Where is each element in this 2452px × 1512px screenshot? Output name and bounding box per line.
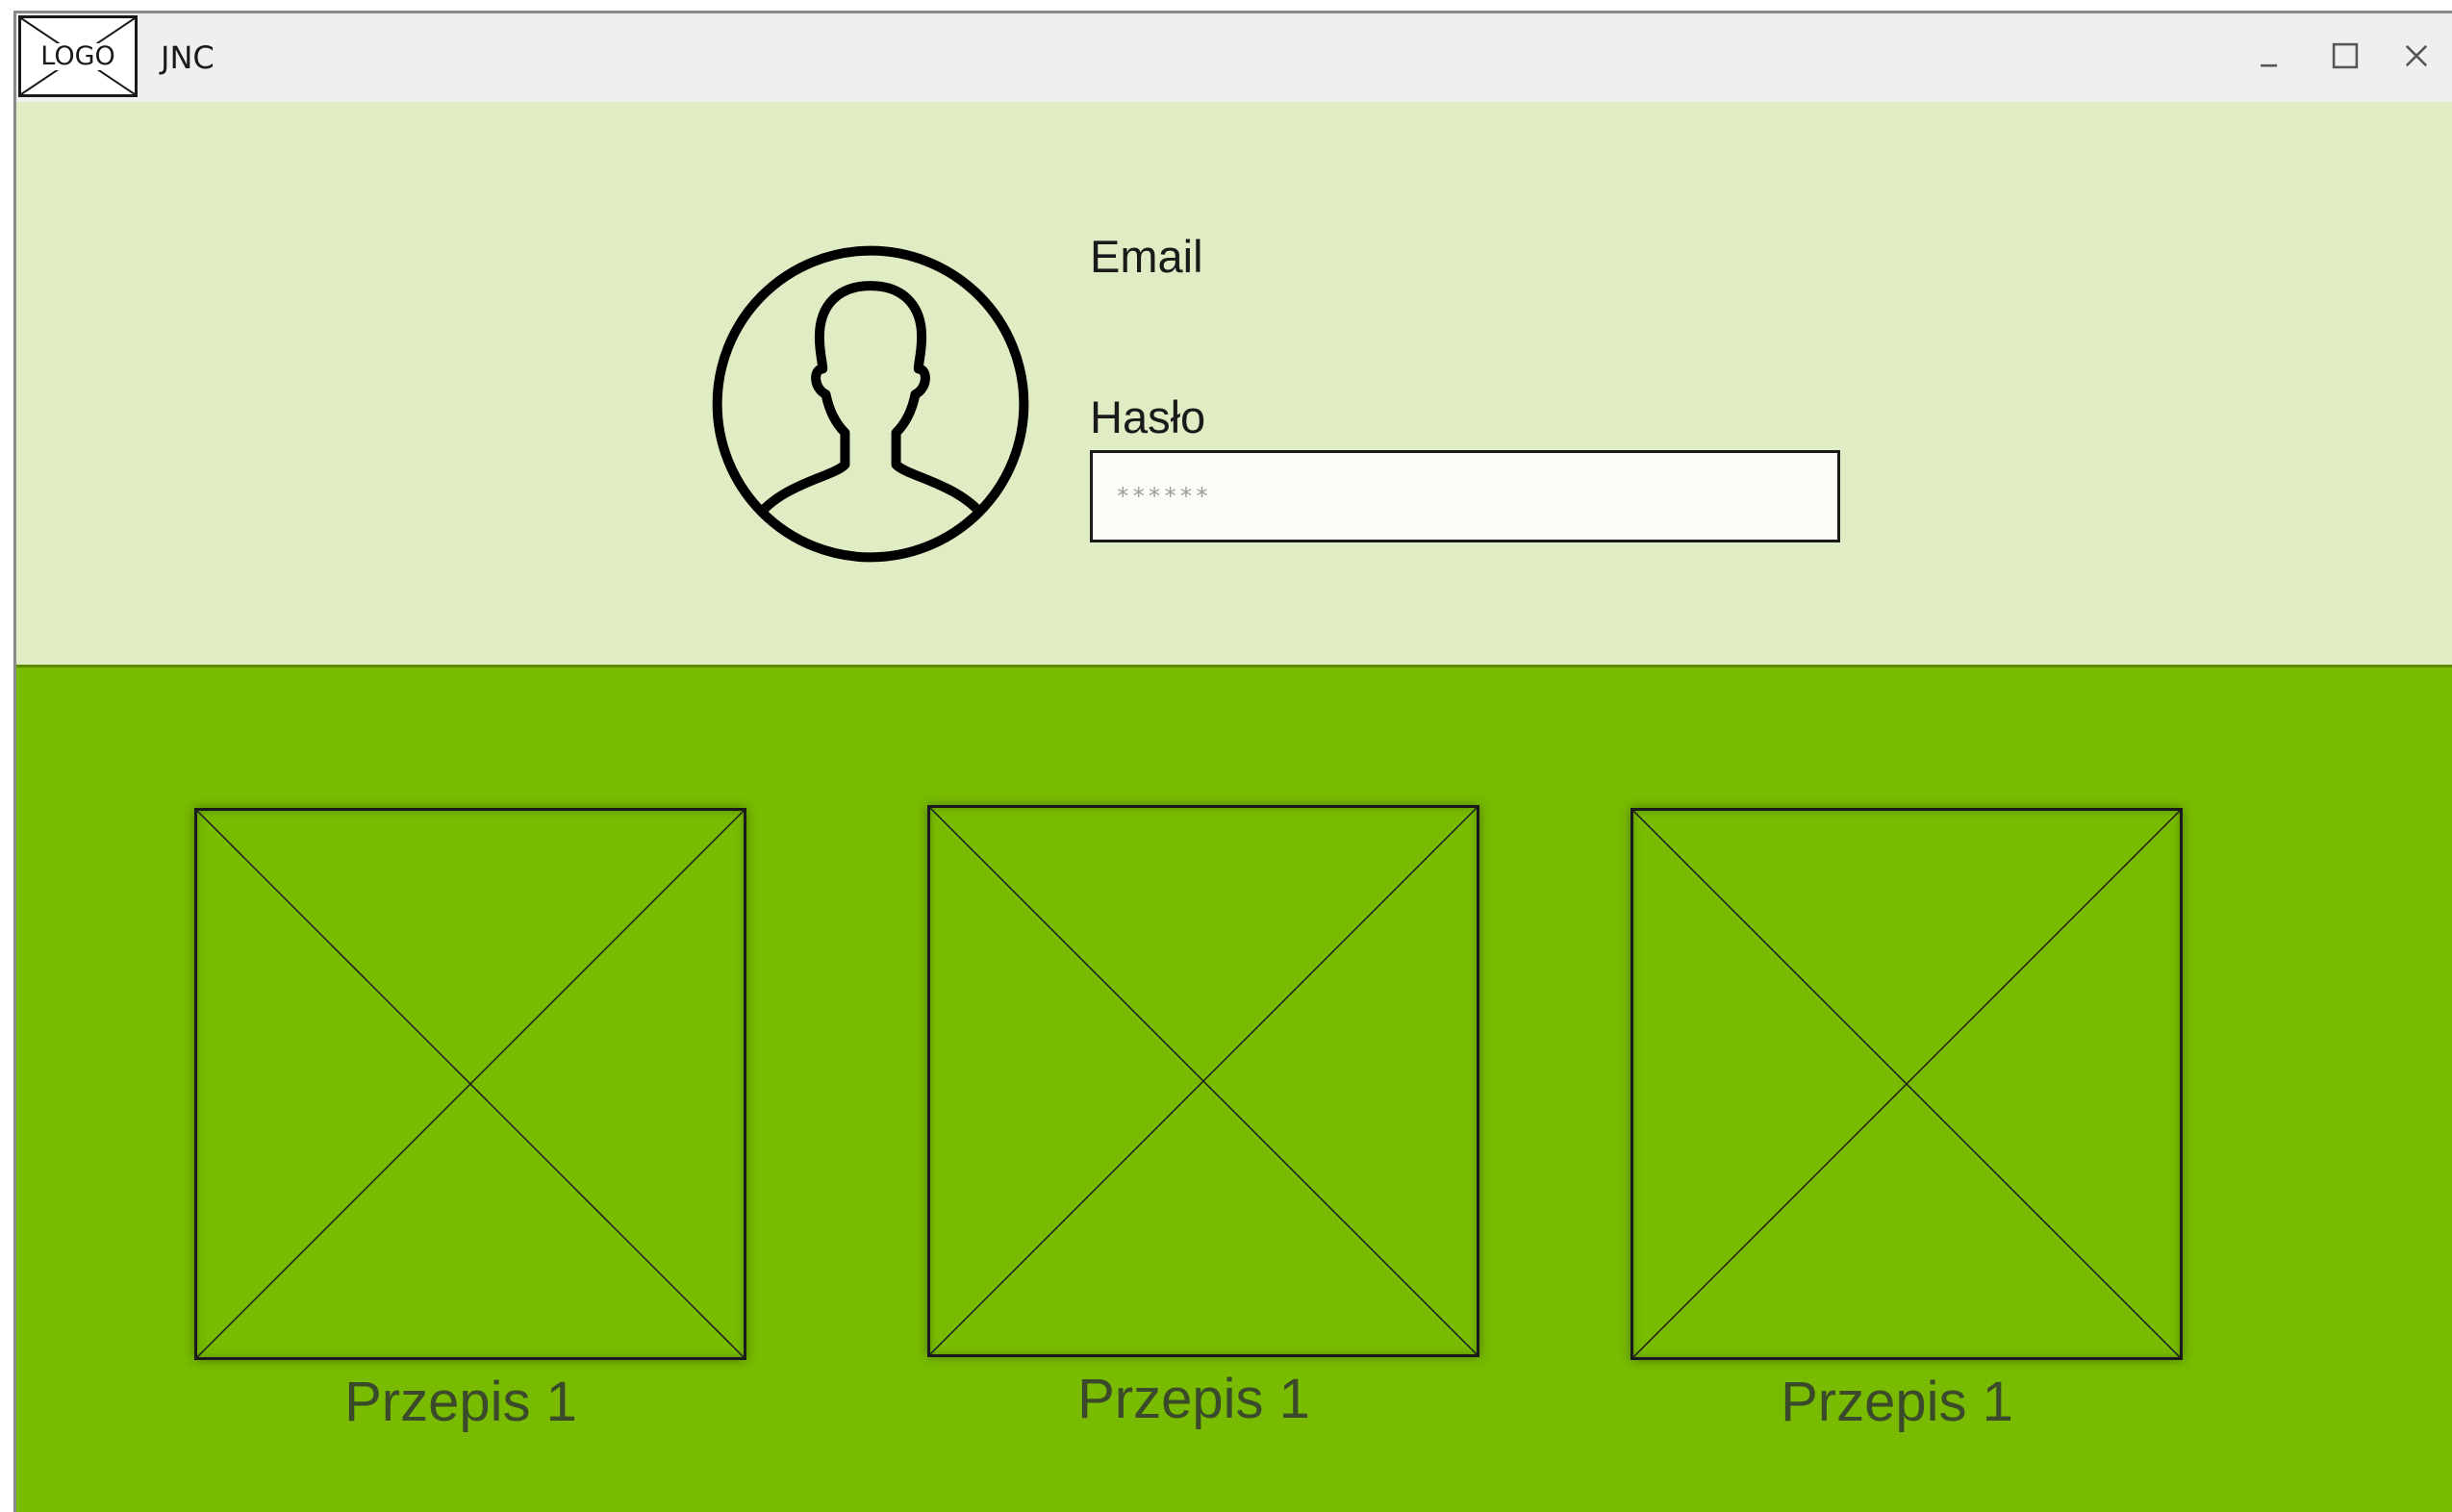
logo-text: LOGO: [38, 40, 117, 71]
close-button[interactable]: [2388, 27, 2445, 85]
minimize-icon: [2261, 63, 2278, 67]
maximize-icon: [2332, 42, 2359, 69]
recipe-card[interactable]: Przepis 1: [194, 808, 746, 1434]
window-title: JNC: [161, 39, 215, 76]
recipe-image[interactable]: [927, 805, 1479, 1357]
image-placeholder-icon: [1633, 811, 2180, 1357]
recipe-image[interactable]: [1630, 808, 2183, 1360]
maximize-button[interactable]: [2316, 27, 2374, 85]
email-label: Email: [1090, 231, 1203, 282]
login-panel: Email Hasło: [16, 102, 2452, 668]
password-field[interactable]: [1090, 450, 1840, 542]
password-label: Hasło: [1090, 391, 1206, 442]
user-avatar-icon: [712, 245, 1029, 563]
image-placeholder-icon: [197, 811, 744, 1357]
minimize-button[interactable]: [2243, 27, 2301, 85]
title-bar: LOGO JNC: [16, 13, 2452, 102]
recipe-title[interactable]: Przepis 1: [927, 1367, 1479, 1431]
recipe-card[interactable]: Przepis 1: [927, 805, 1479, 1431]
recipes-panel: Przepis 1 Przepis 1 Przepis 1: [16, 668, 2452, 1512]
close-icon: [2405, 44, 2428, 67]
recipe-card[interactable]: Przepis 1: [1630, 808, 2183, 1434]
recipe-title[interactable]: Przepis 1: [194, 1370, 746, 1434]
recipe-title[interactable]: Przepis 1: [1630, 1370, 2183, 1434]
image-placeholder-icon: [930, 808, 1477, 1354]
recipe-image[interactable]: [194, 808, 746, 1360]
logo: LOGO: [18, 15, 138, 97]
app-window: LOGO JNC Email Hasło Przepis 1 Przepis 1…: [13, 11, 2452, 1512]
avatar: [711, 244, 1030, 564]
